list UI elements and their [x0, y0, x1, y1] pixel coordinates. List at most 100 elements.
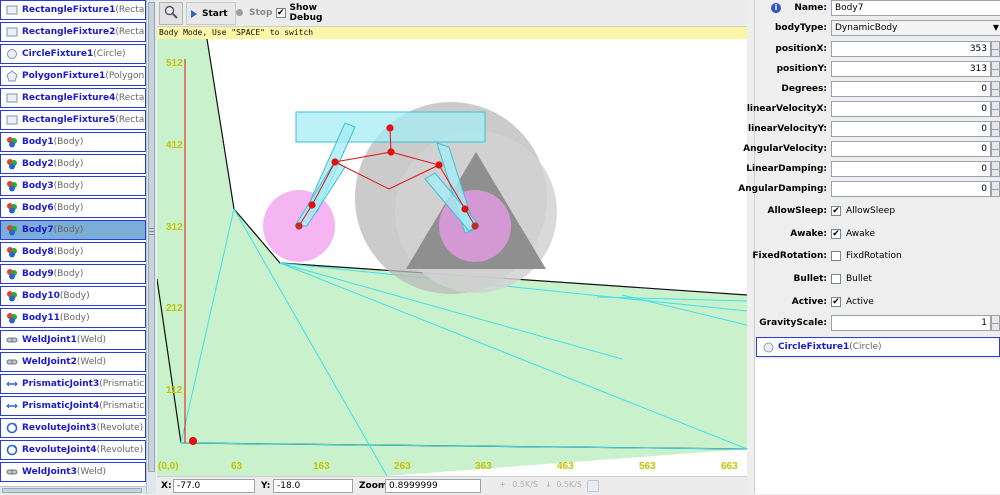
tree-item[interactable]: WeldJoint1 (Weld)	[0, 330, 146, 350]
tree-item[interactable]: Body3 (Body)	[0, 176, 146, 196]
tree-item-name: RevoluteJoint3	[22, 423, 97, 433]
rectangle-fixture-icon	[6, 26, 18, 38]
property-spinner[interactable]	[991, 41, 1000, 57]
name-field[interactable]: Body7	[831, 0, 1000, 16]
property-row: linearVelocityY: 0	[748, 119, 1000, 139]
flag-checkbox[interactable]: ✔	[831, 296, 841, 307]
tree-item[interactable]: CircleFixture1 (Circle)	[0, 44, 146, 64]
tree-item[interactable]: Body6 (Body)	[0, 198, 146, 218]
property-spinner[interactable]	[991, 141, 1000, 157]
body-type-select[interactable]: DynamicBody	[831, 20, 1000, 36]
tree-item[interactable]: Body11 (Body)	[0, 308, 146, 328]
tree-item-type: (Circle)	[93, 49, 126, 59]
tree-item[interactable]: RevoluteJoint4 (Revolute)	[0, 440, 146, 460]
tree-item[interactable]: Body7 (Body)	[0, 220, 146, 240]
tree-vertical-scrollbar[interactable]	[146, 0, 156, 494]
tree-item[interactable]: WeldJoint2 (Weld)	[0, 352, 146, 372]
property-spinner[interactable]	[991, 161, 1000, 177]
flag-label: FixedRotation:	[752, 251, 827, 262]
property-field[interactable]: 0	[831, 81, 991, 97]
tree-item-name: WeldJoint3	[22, 467, 77, 477]
property-label: positionX:	[775, 44, 827, 54]
flag-label: Awake:	[790, 228, 827, 239]
gravity-scale-field[interactable]: 1	[831, 315, 991, 331]
tree-item[interactable]: PrismaticJoint4 (Prismatic)	[0, 396, 146, 416]
flag-checkbox[interactable]	[831, 274, 841, 285]
tree-item[interactable]: WeldJoint3 (Weld)	[0, 462, 146, 482]
tree-item-name: WeldJoint2	[22, 357, 77, 367]
physics-canvas[interactable]: 512 412 312 212 112 (0,0) 63 163 263 363…	[157, 39, 747, 476]
flag-label: Bullet:	[793, 274, 827, 285]
property-field[interactable]: 0	[831, 181, 991, 197]
tree-item[interactable]: Body9 (Body)	[0, 264, 146, 284]
property-spinner[interactable]	[991, 61, 1000, 77]
x-tick: 263	[394, 461, 411, 472]
property-field[interactable]: 0	[831, 161, 991, 177]
property-field[interactable]: 353	[831, 41, 991, 57]
revolute-joint-icon	[6, 444, 18, 456]
tree-item[interactable]: Body1 (Body)	[0, 132, 146, 152]
y-tick: 312	[166, 222, 183, 233]
tree-item[interactable]: PolygonFixture1 (Polygon)	[0, 66, 146, 86]
property-row: AngularVelocity: 0	[743, 139, 1000, 159]
tree-item-name: CircleFixture1	[22, 49, 94, 59]
x-tick: 363	[475, 461, 492, 472]
property-spinner[interactable]	[991, 121, 1000, 137]
tree-item[interactable]: Body8 (Body)	[0, 242, 146, 262]
y-coordinate-field[interactable]: -18.0	[273, 479, 353, 493]
tree-item-type: (Body)	[59, 313, 90, 323]
property-spinner[interactable]	[991, 181, 1000, 197]
flag-text: AllowSleep	[846, 206, 896, 216]
flag-checkbox[interactable]: ✔	[831, 228, 841, 239]
property-field[interactable]: 313	[831, 61, 991, 77]
weld-joint-icon	[6, 356, 18, 368]
tree-item[interactable]: Body10 (Body)	[0, 286, 146, 306]
tree-item-name: Body8	[22, 247, 54, 257]
tree-item-type: (Body)	[53, 225, 84, 235]
x-coordinate-field[interactable]: -77.0	[173, 479, 255, 493]
property-spinner[interactable]	[991, 101, 1000, 117]
flag-checkbox[interactable]	[831, 251, 841, 262]
property-label: LinearDamping:	[746, 164, 827, 174]
tree-item[interactable]: PrismaticJoint3 (Prismatic)	[0, 374, 146, 394]
tree-item[interactable]: RectangleFixture4(Rectangle	[0, 88, 146, 108]
tree-item-name: RevoluteJoint4	[22, 445, 97, 455]
tree-horizontal-scrollbar[interactable]	[0, 486, 146, 494]
tree-item-type: (Body)	[53, 247, 84, 257]
property-field[interactable]: 0	[831, 101, 991, 117]
fixture-list-item[interactable]: CircleFixture1 (Circle)	[756, 337, 1000, 357]
property-field[interactable]: 0	[831, 141, 991, 157]
body-icon	[6, 158, 18, 170]
tree-item[interactable]: RectangleFixture1(Rectangle	[0, 0, 146, 20]
start-button[interactable]: Start	[186, 2, 236, 25]
property-label: Degrees:	[781, 84, 827, 94]
flag-checkbox[interactable]: ✔	[831, 206, 841, 216]
body-icon	[6, 202, 18, 214]
tree-item[interactable]: Body2 (Body)	[0, 154, 146, 174]
tree-item-name: RectangleFixture2	[22, 27, 116, 37]
property-spinner[interactable]	[991, 81, 1000, 97]
origin-label: (0,0)	[158, 461, 179, 472]
gravity-scale-spinner[interactable]	[991, 315, 1000, 331]
flag-text: Awake	[846, 228, 876, 239]
fixture-list-area	[755, 359, 1000, 494]
x-tick: 563	[639, 461, 656, 472]
rate-down-text: 0.5K/S	[556, 480, 582, 489]
tree-item-type: (Body)	[53, 203, 84, 213]
body-icon	[6, 290, 18, 302]
tree-item[interactable]: RectangleFixture2(Rectangle	[0, 22, 146, 42]
property-field[interactable]: 0	[831, 121, 991, 137]
show-debug-toggle[interactable]: ✔ Show Debug	[276, 2, 348, 23]
stop-button[interactable]: Stop	[234, 2, 276, 23]
zoom-tool-button[interactable]	[159, 2, 183, 25]
rectangle-fixture-icon	[6, 114, 18, 126]
zoom-field[interactable]: 0.8999999	[385, 479, 481, 493]
tree-item[interactable]: RectangleFixture5(Rectangle	[0, 110, 146, 130]
tree-item-name: Body1	[22, 137, 54, 147]
tree-item[interactable]: RevoluteJoint3 (Revolute)	[0, 418, 146, 438]
flag-row: Active: ✔ Active	[755, 292, 1000, 312]
flag-row: FixedRotation: FixdRotation	[752, 246, 1000, 266]
show-debug-checkbox[interactable]: ✔	[276, 7, 286, 18]
mode-hint-text: Body Mode, Use "SPACE" to switch	[159, 28, 314, 37]
chevron-down-icon[interactable]: ▼	[991, 20, 1000, 36]
